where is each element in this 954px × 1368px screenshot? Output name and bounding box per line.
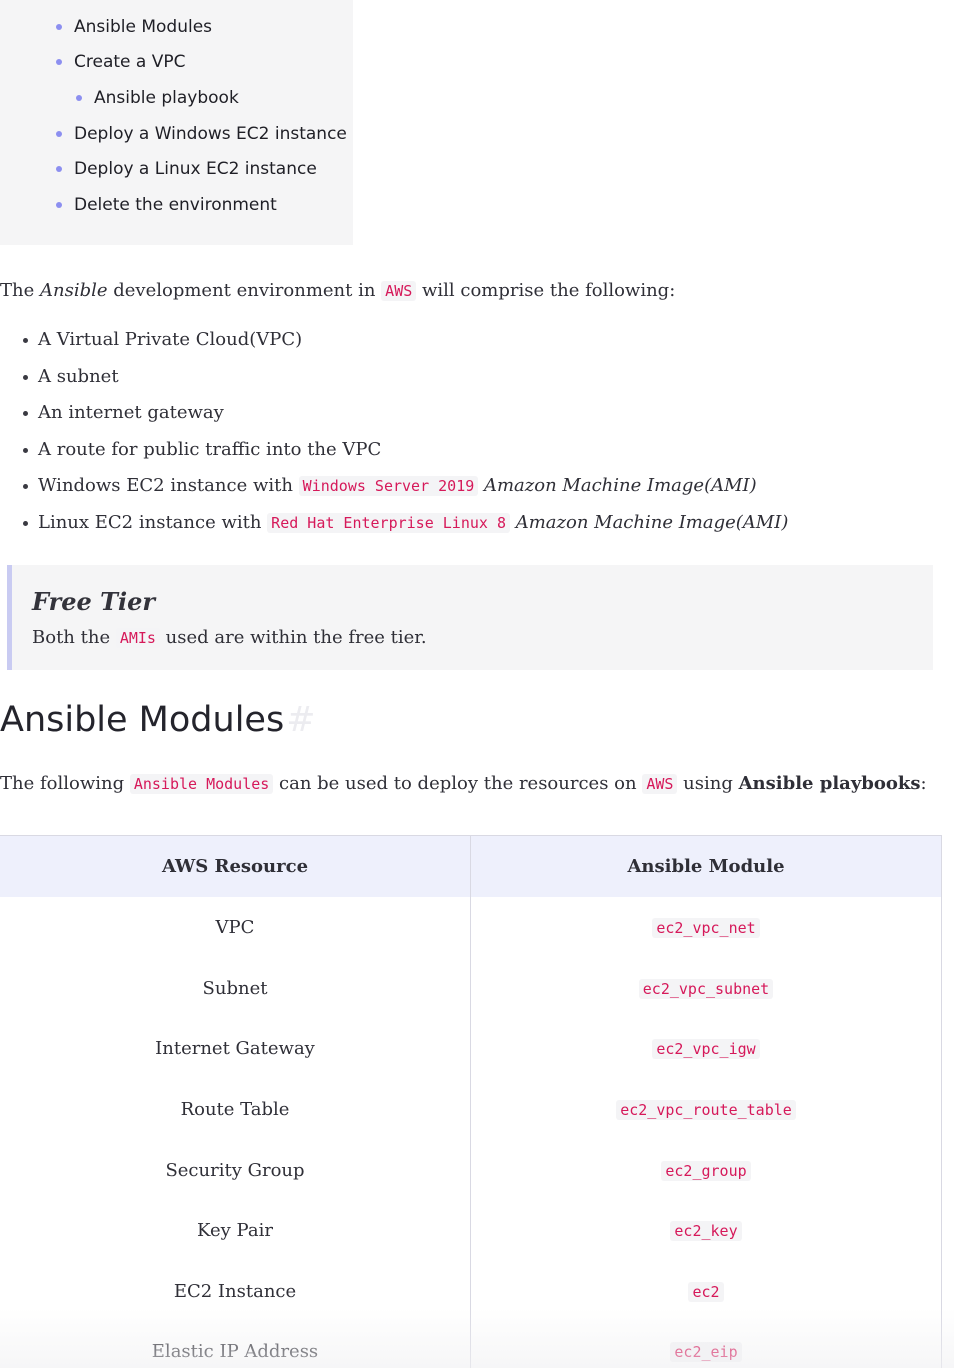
table-row: Route Table ec2_vpc_route_table (0, 1079, 941, 1140)
list-item-text: An internet gateway (38, 402, 224, 423)
inline-code: Windows Server 2019 (298, 476, 479, 496)
text: can be used to deploy the resources on (273, 773, 643, 794)
resource-cell: Route Table (180, 1099, 290, 1120)
list-item: An internet gateway (23, 401, 224, 425)
inline-code: ec2 (688, 1282, 724, 1302)
toc-link-deploy-windows[interactable]: Deploy a Windows EC2 instance (56, 124, 347, 144)
callout-text: Both the AMIs used are within the free t… (32, 627, 427, 648)
module-cell: ec2_vpc_subnet (471, 958, 941, 1019)
text: The (0, 280, 40, 301)
toc-link-label[interactable]: Deploy a Windows EC2 instance (74, 124, 347, 144)
emphasis: Amazon Machine Image(AMI) (478, 475, 757, 496)
bullet-icon (23, 448, 28, 453)
inline-code: ec2_vpc_igw (652, 1039, 760, 1059)
module-cell: ec2_key (471, 1200, 941, 1261)
modules-paragraph: The following Ansible Modules can be use… (0, 772, 927, 796)
column-header-ansible-module: Ansible Module (627, 856, 785, 877)
module-cell: ec2_eip (471, 1321, 941, 1368)
toc-link-label[interactable]: Ansible playbook (94, 88, 239, 108)
bullet-icon (23, 375, 28, 380)
text: : (920, 773, 927, 794)
section-heading: Ansible Modules# (0, 700, 316, 740)
strong-text: Ansible playbooks (738, 773, 921, 794)
list-item: Windows EC2 instance with Windows Server… (23, 474, 757, 498)
text: Both the (32, 627, 116, 648)
toc-link-delete-environment[interactable]: Delete the environment (56, 195, 277, 215)
inline-code: AMIs (115, 628, 160, 648)
bullet-icon (56, 59, 62, 65)
emphasis: Amazon Machine Image(AMI) (509, 512, 789, 533)
text: The following (0, 773, 130, 794)
toc-link-label[interactable]: Ansible Modules (74, 17, 212, 37)
free-tier-callout: Free Tier Both the AMIs used are within … (7, 565, 933, 670)
bullet-icon (23, 411, 28, 416)
resource-cell: Elastic IP Address (151, 1341, 319, 1362)
list-item-text: Linux EC2 instance with (38, 512, 268, 533)
toc-link-create-vpc[interactable]: Create a VPC (56, 52, 185, 72)
toc-link-ansible-modules[interactable]: Ansible Modules (56, 17, 212, 37)
toc-link-label[interactable]: Delete the environment (74, 195, 277, 215)
module-cell: ec2_vpc_igw (471, 1018, 941, 1079)
inline-code: AWS (642, 774, 678, 794)
table-of-contents: Ansible Modules Create a VPC Ansible pla… (0, 0, 353, 245)
list-item-text: A Virtual Private Cloud(VPC) (38, 329, 303, 350)
inline-code: ec2_group (661, 1161, 751, 1181)
bullet-icon (23, 521, 28, 526)
table-row: Key Pair ec2_key (0, 1200, 941, 1261)
list-item-text: Windows EC2 instance with (38, 475, 299, 496)
table-row: Subnet ec2_vpc_subnet (0, 958, 941, 1019)
toc-link-label[interactable]: Create a VPC (74, 52, 185, 72)
inline-code: ec2_eip (670, 1342, 742, 1362)
module-cell: ec2 (471, 1261, 941, 1322)
resource-cell: VPC (215, 917, 255, 938)
toc-link-deploy-linux[interactable]: Deploy a Linux EC2 instance (56, 159, 317, 179)
inline-code: ec2_vpc_net (652, 918, 760, 938)
list-item-text: A route for public traffic into the VPC (38, 439, 382, 460)
inline-code: Ansible Modules (129, 774, 274, 794)
list-item: A subnet (23, 365, 119, 389)
resource-cell: EC2 Instance (173, 1281, 297, 1302)
table-row: VPC ec2_vpc_net (0, 897, 941, 958)
text: will comprise the following: (416, 280, 676, 301)
text: used are within the free tier. (159, 627, 427, 648)
text: development environment in (107, 280, 382, 301)
text: using (677, 773, 739, 794)
inline-code: Red Hat Enterprise Linux 8 (267, 513, 510, 533)
heading-text: Ansible Modules (0, 700, 285, 740)
column-header-aws-resource: AWS Resource (161, 856, 309, 877)
resource-cell: Security Group (165, 1160, 305, 1181)
resource-cell: Key Pair (197, 1220, 273, 1241)
inline-code: ec2_key (670, 1221, 742, 1241)
heading-anchor-link[interactable]: # (286, 700, 315, 740)
table-row: Elastic IP Address ec2_eip (0, 1321, 941, 1368)
table-row: Internet Gateway ec2_vpc_igw (0, 1018, 941, 1079)
bullet-icon (56, 131, 62, 137)
resource-cell: Internet Gateway (155, 1038, 315, 1059)
inline-code: AWS (381, 281, 417, 301)
module-cell: ec2_vpc_route_table (471, 1079, 941, 1140)
callout-title: Free Tier (32, 587, 156, 616)
module-cell: ec2_vpc_net (471, 897, 941, 958)
intro-paragraph: The Ansible development environment in A… (0, 279, 675, 303)
list-item: A Virtual Private Cloud(VPC) (23, 328, 303, 352)
bullet-icon (23, 338, 28, 343)
bullet-icon (23, 484, 28, 489)
bullet-icon (56, 166, 62, 172)
inline-code: ec2_vpc_route_table (616, 1100, 796, 1120)
inline-code: ec2_vpc_subnet (638, 979, 774, 999)
emphasis: Ansible (39, 280, 108, 301)
modules-table: AWS Resource Ansible Module VPC ec2_vpc_… (0, 835, 942, 1368)
list-item: A route for public traffic into the VPC (23, 438, 382, 462)
table-row: EC2 Instance ec2 (0, 1261, 941, 1322)
module-cell: ec2_group (471, 1140, 941, 1201)
resource-cell: Subnet (202, 978, 268, 999)
bullet-icon (56, 24, 62, 30)
bullet-icon (76, 95, 82, 101)
list-item-text: A subnet (38, 366, 119, 387)
table-row: Security Group ec2_group (0, 1140, 941, 1201)
toc-link-ansible-playbook[interactable]: Ansible playbook (76, 88, 239, 108)
list-item: Linux EC2 instance with Red Hat Enterpri… (23, 511, 789, 535)
bullet-icon (56, 202, 62, 208)
toc-link-label[interactable]: Deploy a Linux EC2 instance (74, 159, 317, 179)
